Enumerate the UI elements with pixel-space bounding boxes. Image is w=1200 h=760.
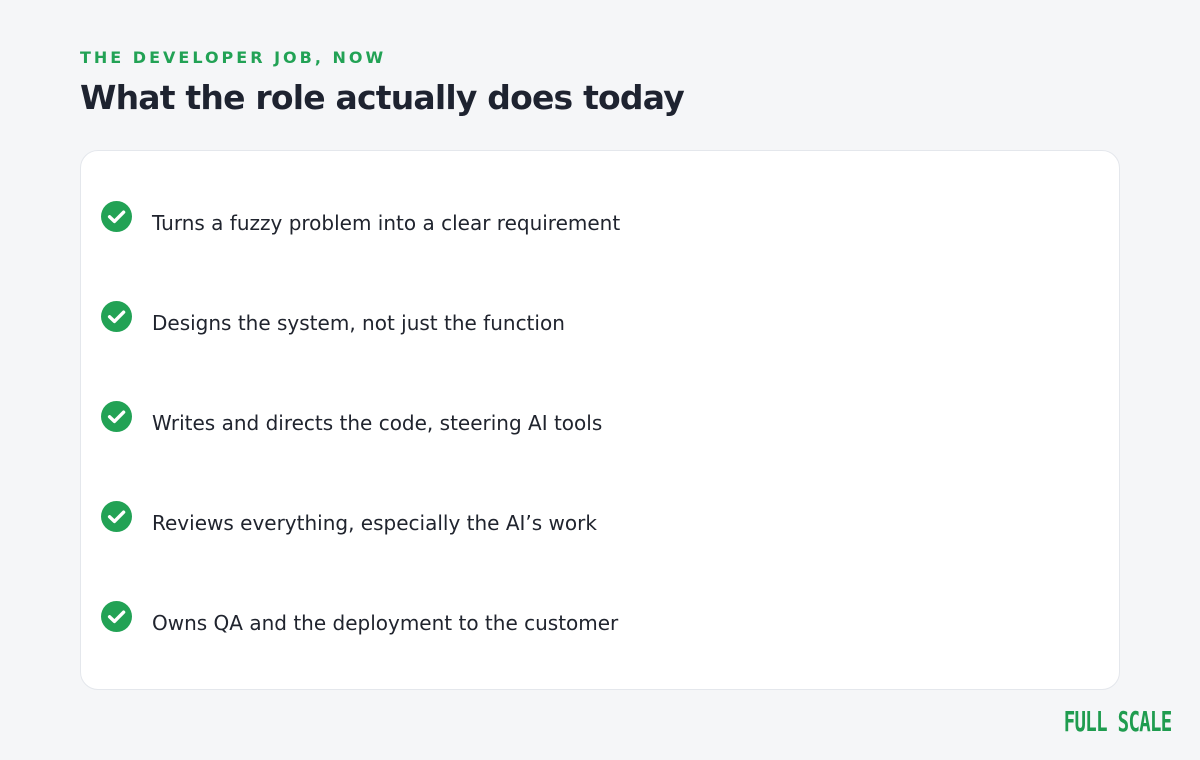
list-item: Turns a fuzzy problem into a clear requi… (81, 201, 1118, 241)
list-item: Writes and directs the code, steering AI… (81, 401, 1118, 441)
check-circle-icon (101, 201, 132, 232)
eyebrow-label: THE DEVELOPER JOB, NOW (80, 48, 387, 67)
check-circle-icon (101, 301, 132, 332)
list-item-text: Owns QA and the deployment to the custom… (152, 611, 619, 635)
list-item-text: Writes and directs the code, steering AI… (152, 411, 603, 435)
brand-logo: FULL SCALE (1064, 705, 1173, 738)
list-item-text: Reviews everything, especially the AI’s … (152, 511, 597, 535)
check-circle-icon (101, 601, 132, 632)
list-item: Designs the system, not just the functio… (81, 301, 1118, 341)
list-item-text: Turns a fuzzy problem into a clear requi… (152, 211, 621, 235)
check-circle-icon (101, 401, 132, 432)
page-title: What the role actually does today (80, 78, 685, 117)
list-item: Reviews everything, especially the AI’s … (81, 501, 1118, 541)
list-item: Owns QA and the deployment to the custom… (81, 601, 1118, 641)
list-item-text: Designs the system, not just the functio… (152, 311, 565, 335)
check-circle-icon (101, 501, 132, 532)
checklist-card: Turns a fuzzy problem into a clear requi… (80, 150, 1120, 690)
